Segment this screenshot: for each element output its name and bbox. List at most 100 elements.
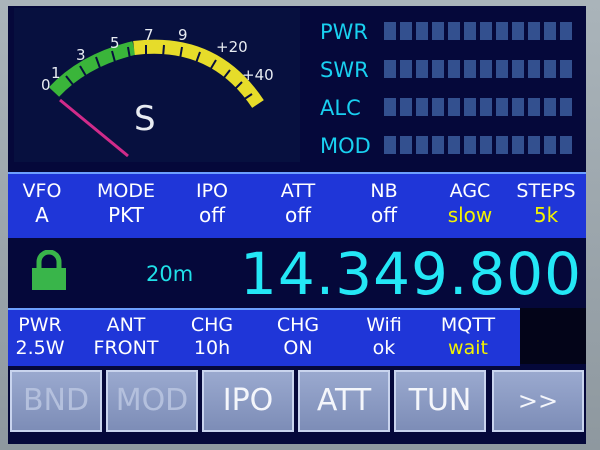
bar-segment <box>448 60 460 78</box>
info-value: 10h <box>193 337 231 359</box>
status-ipo[interactable]: IPO off <box>167 180 257 228</box>
bar-segment <box>464 60 476 78</box>
info-wifi[interactable]: Wifi ok <box>339 314 429 360</box>
status-value: off <box>198 203 225 227</box>
status-mode[interactable]: MODE PKT <box>81 180 171 228</box>
bar-segment <box>560 22 572 40</box>
info-value: FRONT <box>93 337 159 359</box>
info-ant[interactable]: ANT FRONT <box>81 314 171 360</box>
status-head: NB <box>370 180 398 202</box>
bar-segment <box>400 98 412 116</box>
bar-segment <box>448 98 460 116</box>
scale-label-5: 5 <box>110 34 120 52</box>
bar-segment <box>544 22 556 40</box>
status-head: STEPS <box>516 180 576 202</box>
meter-needle <box>59 98 129 158</box>
bar-segment <box>416 136 428 154</box>
bar-segments-pwr <box>384 22 580 42</box>
bar-segment <box>544 60 556 78</box>
info-pwr[interactable]: PWR 2.5W <box>8 314 85 360</box>
att-button[interactable]: ATT <box>298 370 390 432</box>
bar-segment <box>544 98 556 116</box>
bar-segment <box>560 60 572 78</box>
bar-row-alc: ALC <box>320 94 582 122</box>
status-row: VFO A MODE PKT IPO off ATT off NB off AG… <box>8 172 586 238</box>
bar-segment <box>560 98 572 116</box>
status-head: MODE <box>97 180 155 202</box>
bar-row-swr: SWR <box>320 56 582 84</box>
status-value: off <box>370 203 397 227</box>
bar-segments-swr <box>384 60 580 80</box>
scale-label-1: 1 <box>51 64 61 82</box>
info-value: ok <box>372 337 396 359</box>
bar-segment <box>528 136 540 154</box>
mode-button[interactable]: MOD <box>106 370 198 432</box>
bar-segment <box>384 136 396 154</box>
lock-icon[interactable] <box>28 250 70 292</box>
status-vfo[interactable]: VFO A <box>8 180 87 228</box>
s-meter-letter: S <box>134 99 156 139</box>
bar-segment <box>560 136 572 154</box>
info-value: 2.5W <box>15 337 65 359</box>
scale-label-0: 0 <box>41 76 51 94</box>
band-button[interactable]: BND <box>10 370 102 432</box>
bar-segment <box>480 98 492 116</box>
bar-segment <box>400 136 412 154</box>
status-head: ATT <box>280 180 316 202</box>
info-value: ON <box>283 337 313 359</box>
bar-segment <box>416 60 428 78</box>
info-row: PWR 2.5W ANT FRONT CHG 10h CHG ON Wifi o… <box>8 308 520 366</box>
bar-segment <box>464 98 476 116</box>
frequency-value[interactable]: 14.349.800 <box>240 242 582 306</box>
bar-segment <box>480 136 492 154</box>
info-chg-state[interactable]: CHG ON <box>253 314 343 360</box>
bar-segment <box>432 98 444 116</box>
info-head: Wifi <box>366 314 402 336</box>
s-meter: 0 1 3 5 7 9 +20 +40 S <box>14 8 300 162</box>
next-page-button[interactable]: >> <box>492 370 584 432</box>
bar-segments-mod <box>384 136 580 156</box>
status-steps[interactable]: STEPS 5k <box>501 180 586 228</box>
frequency-display: 20m 14.349.800 <box>8 238 586 312</box>
bar-segment <box>512 98 524 116</box>
info-mqtt[interactable]: MQTT wait <box>423 314 513 360</box>
meter-arc-green <box>48 41 136 97</box>
tune-button[interactable]: TUN <box>394 370 486 432</box>
bar-segment <box>448 22 460 40</box>
bar-segment <box>464 22 476 40</box>
bar-segment <box>416 22 428 40</box>
bar-label-alc: ALC <box>320 96 361 120</box>
info-head: ANT <box>106 314 146 336</box>
bar-segment <box>448 136 460 154</box>
scale-label-7: 7 <box>144 26 154 44</box>
scale-label-3: 3 <box>76 46 86 64</box>
bar-segments-alc <box>384 98 580 118</box>
status-att[interactable]: ATT off <box>253 180 343 228</box>
info-head: CHG <box>276 314 320 336</box>
status-value: A <box>35 203 49 227</box>
bar-segment <box>512 60 524 78</box>
bar-segment <box>528 22 540 40</box>
bar-label-mod: MOD <box>320 134 371 158</box>
bar-segment <box>432 22 444 40</box>
scale-label-plus20: +20 <box>216 38 248 56</box>
bar-row-pwr: PWR <box>320 18 582 46</box>
status-head: IPO <box>195 180 229 202</box>
status-value: PKT <box>108 203 144 227</box>
bar-segment <box>432 60 444 78</box>
info-value: wait <box>448 337 488 359</box>
bar-segment <box>464 136 476 154</box>
bar-segment <box>496 136 508 154</box>
bar-segment <box>480 22 492 40</box>
ipo-button[interactable]: IPO <box>202 370 294 432</box>
info-chg-time[interactable]: CHG 10h <box>167 314 257 360</box>
band-label: 20m <box>146 262 194 286</box>
bar-label-swr: SWR <box>320 58 369 82</box>
info-head: CHG <box>190 314 234 336</box>
bar-segment <box>416 98 428 116</box>
bar-segment <box>528 98 540 116</box>
status-nb[interactable]: NB off <box>339 180 429 228</box>
bar-segment <box>384 22 396 40</box>
bar-segment <box>480 60 492 78</box>
bar-segment <box>496 60 508 78</box>
